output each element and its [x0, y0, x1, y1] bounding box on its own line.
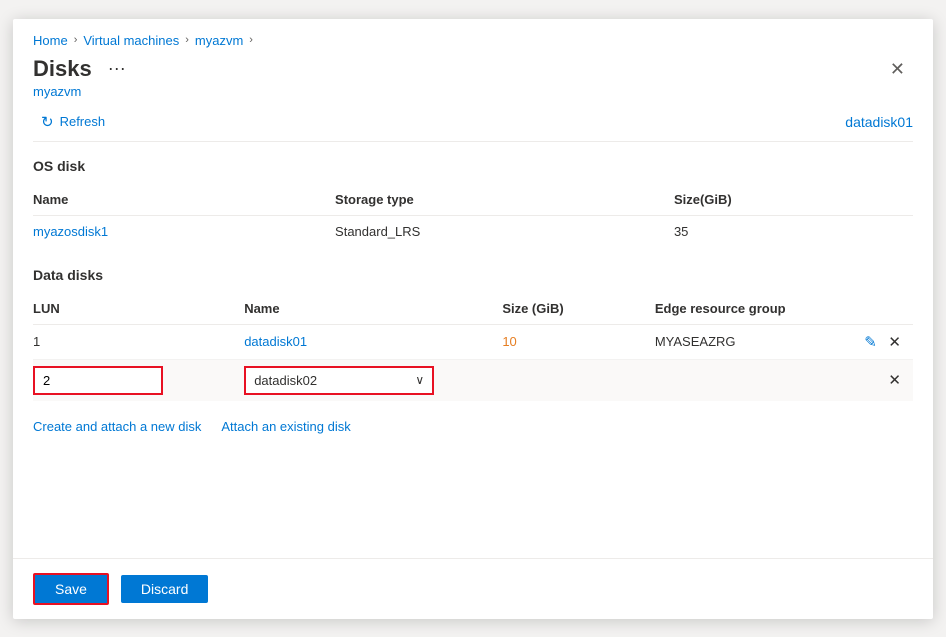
delete-icon-new[interactable]: ✕	[884, 369, 905, 391]
existing-disk-link[interactable]: Attach an existing disk	[221, 419, 350, 434]
refresh-label: Refresh	[60, 114, 106, 129]
data-disks-table: LUN Name Size (GiB) Edge resource group …	[33, 295, 913, 401]
data-disk-edge-1: MYASEAZRG	[655, 324, 843, 359]
disk-name-dropdown[interactable]: datadisk02 ∨	[244, 366, 434, 395]
footer: Save Discard	[13, 558, 933, 619]
ellipsis-button[interactable]: ···	[102, 56, 132, 81]
new-disk-size-cell	[502, 359, 655, 401]
data-col-actions	[843, 295, 913, 325]
os-col-storage: Storage type	[335, 186, 674, 216]
data-disk-row-new: datadisk02 ∨ ✕	[33, 359, 913, 401]
title-row: Disks ···	[33, 56, 132, 82]
data-disk-lun-1: 1	[33, 324, 244, 359]
data-disks-section: Data disks LUN Name Size (GiB) Edge reso…	[33, 267, 913, 438]
breadcrumb-home[interactable]: Home	[33, 33, 68, 48]
new-disk-edge-cell	[655, 359, 843, 401]
refresh-button[interactable]: ↻ Refresh	[33, 109, 113, 135]
header-row: Disks ··· myazvm ✕	[13, 52, 933, 99]
chevron-icon-2: ›	[185, 34, 189, 46]
page-title: Disks	[33, 56, 92, 82]
chevron-icon-1: ›	[74, 34, 78, 46]
os-disk-row: myazosdisk1 Standard_LRS 35	[33, 215, 913, 247]
new-disk-name-cell: datadisk02 ∨	[244, 359, 502, 401]
page-subtitle: myazvm	[33, 84, 132, 99]
data-col-name: Name	[244, 295, 502, 325]
data-col-edge: Edge resource group	[655, 295, 843, 325]
refresh-icon: ↻	[41, 113, 54, 131]
attach-links: Create and attach a new disk Attach an e…	[33, 415, 913, 438]
breadcrumb: Home › Virtual machines › myazvm ›	[13, 19, 933, 52]
title-area: Disks ··· myazvm	[33, 56, 132, 99]
delete-icon-1[interactable]: ✕	[884, 331, 905, 353]
edit-icon-1[interactable]: ✎	[860, 331, 881, 353]
data-col-lun: LUN	[33, 295, 244, 325]
data-disk-name-1: datadisk01	[244, 324, 502, 359]
save-button[interactable]: Save	[33, 573, 109, 605]
panel: Home › Virtual machines › myazvm › Disks…	[13, 19, 933, 619]
os-disk-size: 35	[674, 215, 913, 247]
os-disk-storage-type: Standard_LRS	[335, 215, 674, 247]
os-disk-table: Name Storage type Size(GiB) myazosdisk1 …	[33, 186, 913, 247]
discard-button[interactable]: Discard	[121, 575, 208, 603]
close-button[interactable]: ✕	[882, 56, 913, 82]
os-col-name: Name	[33, 186, 335, 216]
data-disk-row-1: 1 datadisk01 10 MYASEAZRG ✎ ✕	[33, 324, 913, 359]
create-attach-link[interactable]: Create and attach a new disk	[33, 419, 201, 434]
new-disk-actions-cell: ✕	[843, 359, 913, 401]
data-col-size: Size (GiB)	[502, 295, 655, 325]
data-disk-size-1: 10	[502, 324, 655, 359]
os-disk-section-title: OS disk	[33, 158, 913, 174]
breadcrumb-vm[interactable]: myazvm	[195, 33, 243, 48]
chevron-icon-3: ›	[249, 34, 253, 46]
dropdown-value: datadisk02	[254, 373, 317, 388]
data-disks-section-title: Data disks	[33, 267, 913, 283]
os-disk-name: myazosdisk1	[33, 215, 335, 247]
lun-input[interactable]	[33, 366, 163, 395]
os-col-size: Size(GiB)	[674, 186, 913, 216]
toolbar: ↻ Refresh datadisk01	[13, 99, 933, 141]
new-disk-lun-cell	[33, 359, 244, 401]
data-disk-actions-1: ✎ ✕	[843, 324, 913, 359]
datadisk-label: datadisk01	[845, 114, 913, 130]
breadcrumb-vms[interactable]: Virtual machines	[83, 33, 179, 48]
content-area: OS disk Name Storage type Size(GiB) myaz…	[13, 142, 933, 558]
chevron-down-icon: ∨	[415, 373, 424, 387]
